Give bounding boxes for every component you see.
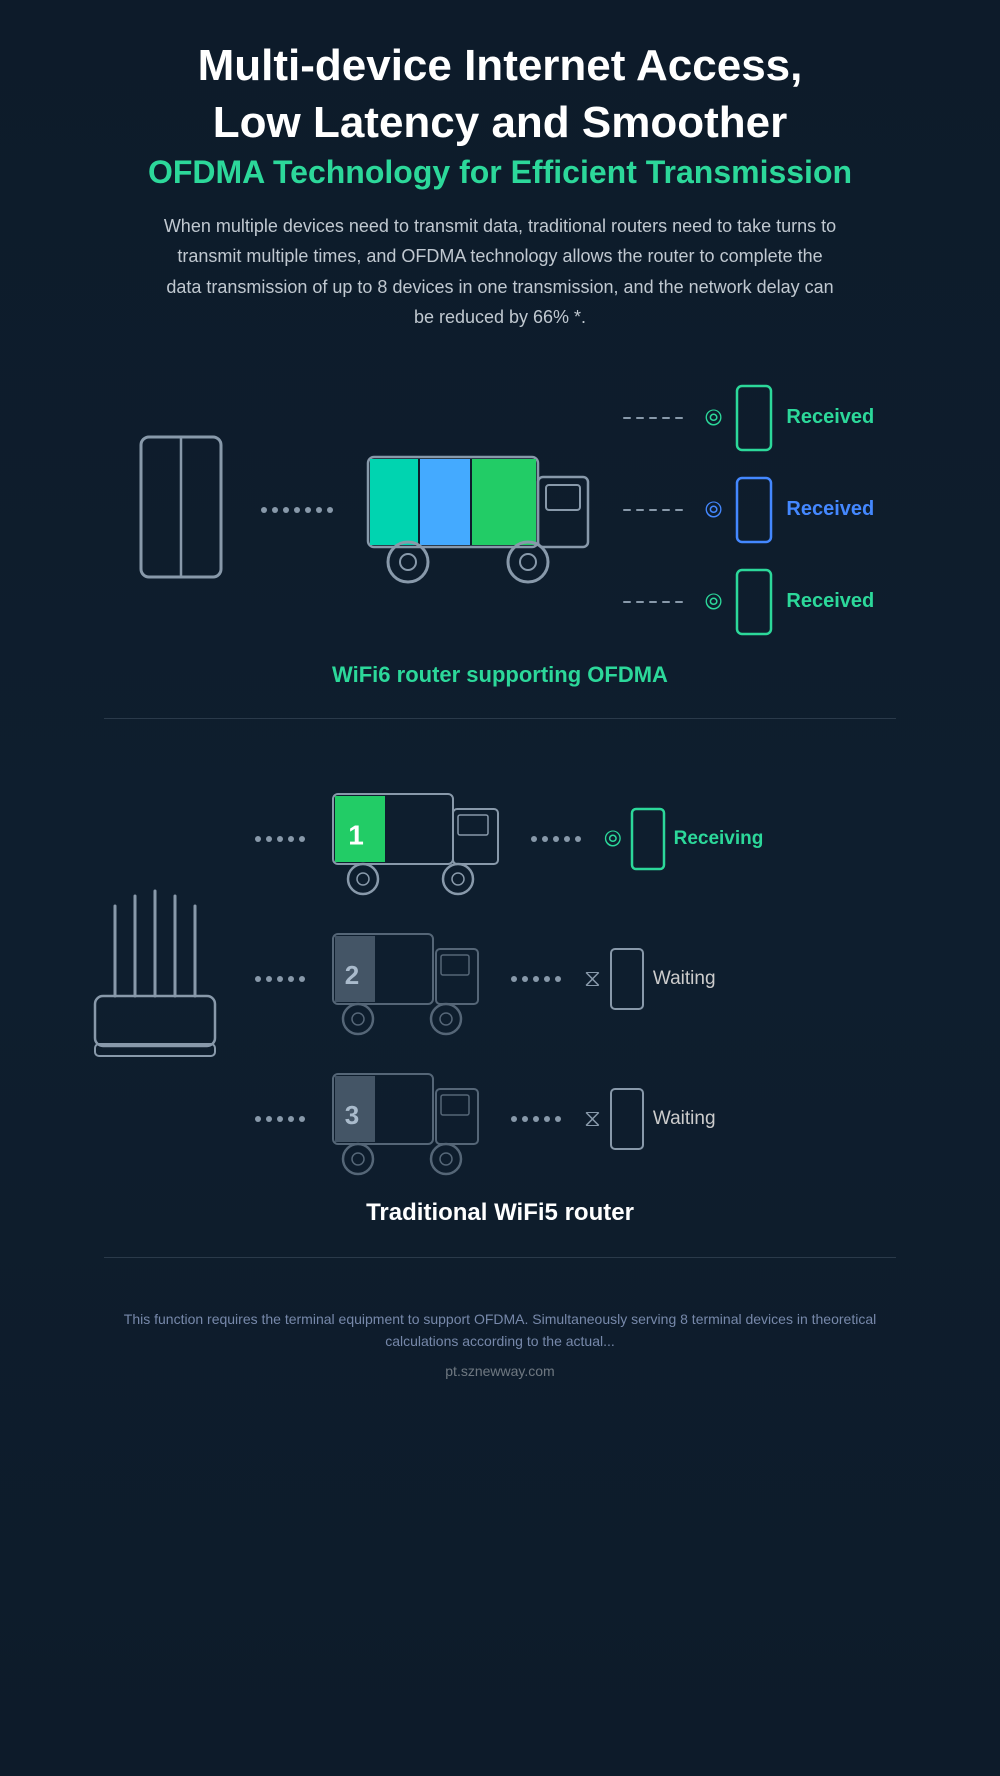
wifi5-diagram: 1 ⦾ bbox=[60, 779, 940, 1179]
truck-wifi6 bbox=[358, 427, 598, 592]
device-row-1: ⦾ Received bbox=[613, 383, 874, 453]
svg-text:1: 1 bbox=[348, 819, 364, 850]
wifi-signal-5-1: ⦾ bbox=[604, 826, 622, 852]
router-wifi6-icon bbox=[126, 417, 236, 597]
header-description: When multiple devices need to transmit d… bbox=[160, 211, 840, 333]
device-row-2: ⦾ Received bbox=[613, 475, 874, 545]
svg-text:3: 3 bbox=[345, 1100, 359, 1130]
truck-wifi5-1-svg: 1 bbox=[328, 779, 508, 899]
phone-icon-3 bbox=[734, 567, 774, 637]
wifi6-label: WiFi6 router supporting OFDMA bbox=[332, 662, 668, 688]
dashed-arrow-2 bbox=[623, 509, 683, 511]
hourglass-icon-2: ⧖ bbox=[584, 965, 601, 993]
truck-wifi5-2-svg: 2 bbox=[328, 919, 488, 1039]
wifi-signal-2: ⦾ bbox=[705, 497, 723, 523]
page-wrapper: Multi-device Internet Access, Low Latenc… bbox=[0, 0, 1000, 1776]
footer-note: This function requires the terminal equi… bbox=[100, 1308, 900, 1353]
wifi5-dots-right-2 bbox=[511, 976, 561, 982]
wifi5-dots-right-1 bbox=[531, 836, 581, 842]
device-status-3: Received bbox=[786, 590, 874, 613]
device-status-5-1: Receiving bbox=[674, 828, 764, 850]
truck-wifi5-3-svg: 3 bbox=[328, 1059, 488, 1179]
wifi5-section: 1 ⦾ bbox=[60, 759, 940, 1227]
wifi5-label: Traditional WiFi5 router bbox=[366, 1199, 634, 1227]
device-status-5-2: Waiting bbox=[653, 968, 716, 990]
phone-icon-1 bbox=[734, 383, 774, 453]
router-wifi5 bbox=[90, 876, 220, 1081]
footer-divider bbox=[104, 1257, 896, 1258]
wifi6-section: ⦾ Received ⦾ Received bbox=[60, 363, 940, 688]
wifi5-trucks-col: 1 ⦾ bbox=[240, 779, 910, 1179]
dashed-arrow-3 bbox=[623, 601, 683, 603]
wifi5-dots-left-1 bbox=[255, 836, 305, 842]
hourglass-icon-3: ⧖ bbox=[584, 1105, 601, 1133]
dots-left bbox=[261, 507, 333, 513]
device-row-3: ⦾ Received bbox=[613, 567, 874, 637]
section-divider bbox=[104, 718, 896, 719]
phone-icon-5-2 bbox=[609, 947, 645, 1011]
device-status-2: Received bbox=[786, 498, 874, 521]
title-line1: Multi-device Internet Access, bbox=[60, 40, 940, 93]
wifi5-truck-row-3: 3 ⧖ Waiting bbox=[240, 1059, 910, 1179]
wifi5-dots-right-3 bbox=[511, 1116, 561, 1122]
wifi5-truck-row-2: 2 ⧖ Waitin bbox=[240, 919, 910, 1039]
svg-text:2: 2 bbox=[345, 960, 359, 990]
title-line2: Low Latency and Smoother bbox=[60, 97, 940, 150]
header-section: Multi-device Internet Access, Low Latenc… bbox=[60, 40, 940, 333]
router-wifi5-svg bbox=[90, 876, 220, 1076]
wifi5-truck-row-1: 1 ⦾ bbox=[240, 779, 910, 899]
dashed-arrow-1 bbox=[623, 417, 683, 419]
watermark: pt.sznewway.com bbox=[445, 1363, 554, 1379]
phone-icon-5-3 bbox=[609, 1087, 645, 1151]
wifi5-dots-left-2 bbox=[255, 976, 305, 982]
wifi5-dots-left-3 bbox=[255, 1116, 305, 1122]
phone-icon-5-1 bbox=[630, 807, 666, 871]
wifi-signal-1: ⦾ bbox=[705, 405, 723, 431]
device-status-5-3: Waiting bbox=[653, 1108, 716, 1130]
title-line3: OFDMA Technology for Efficient Transmiss… bbox=[60, 154, 940, 191]
phone-icon-2 bbox=[734, 475, 774, 545]
truck-wifi6-svg bbox=[358, 427, 598, 587]
wifi-signal-3: ⦾ bbox=[705, 589, 723, 615]
device-status-1: Received bbox=[786, 406, 874, 429]
wifi6-diagram: ⦾ Received ⦾ Received bbox=[60, 383, 940, 637]
